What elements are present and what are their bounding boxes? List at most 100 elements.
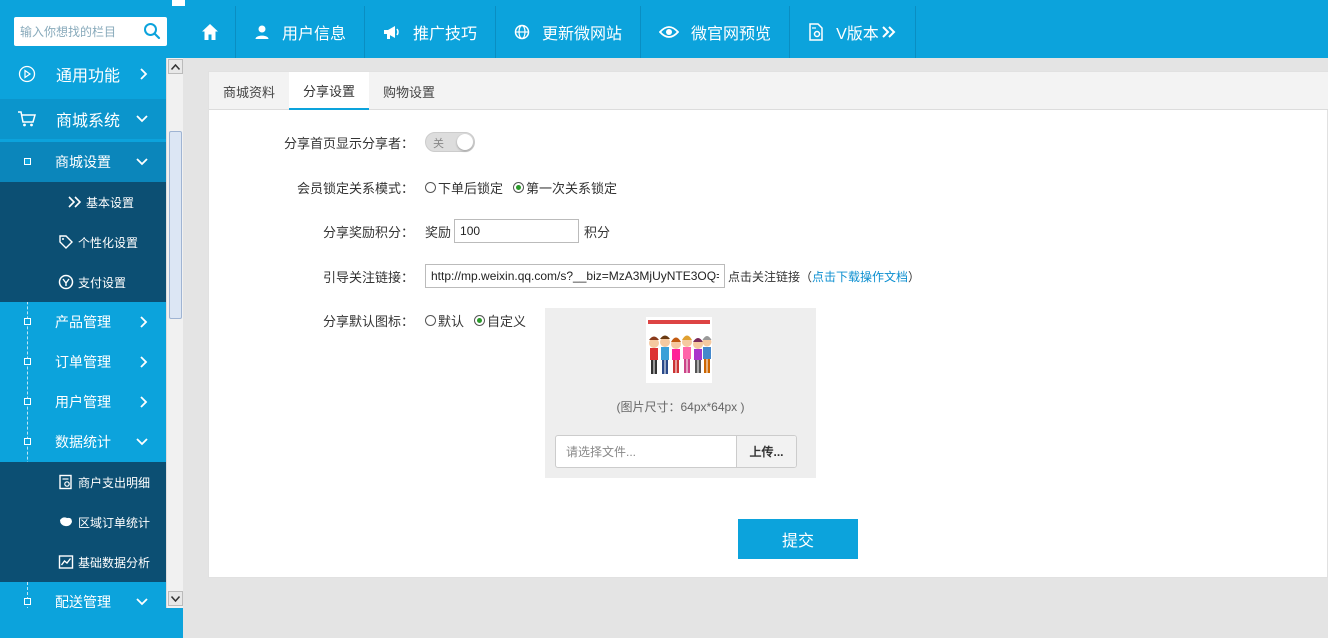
tab-mall-info[interactable]: 商城资料 — [209, 72, 289, 110]
search-icon[interactable] — [143, 22, 161, 40]
chevron-right-icon — [140, 356, 148, 368]
radio-button[interactable] — [474, 314, 486, 326]
row-follow-link: 引导关注链接： 点击关注链接（ 点击下载操作文档 ） — [209, 264, 1328, 288]
tab-shopping-settings[interactable]: 购物设置 — [369, 72, 449, 110]
radio-button[interactable] — [513, 181, 525, 193]
sidebar-item-general[interactable]: 通用功能 — [0, 58, 166, 94]
sidebar-item-label: 商城系统 — [56, 113, 121, 130]
upload-button[interactable]: 上传... — [736, 436, 796, 467]
document-settings-icon — [809, 23, 823, 41]
nav-label: 用户信息 — [282, 26, 347, 43]
settings-panel: 商城资料 分享设置 购物设置 分享首页显示分享者： 关 会员锁定关系模式： 下单… — [208, 71, 1328, 578]
report-icon — [59, 474, 72, 490]
reward-points-input[interactable] — [454, 219, 580, 243]
chevron-right-icon — [140, 396, 148, 408]
tab-share-settings[interactable]: 分享设置 — [289, 72, 370, 110]
submit-button[interactable]: 提交 — [738, 519, 858, 559]
sidebar-item-personalize[interactable]: 个性化设置 — [0, 222, 166, 262]
sidebar-item-label: 用户管理 — [55, 394, 111, 410]
nav-label: 微官网预览 — [691, 26, 772, 43]
sidebar-item-label: 基本设置 — [86, 195, 135, 210]
search-box — [14, 17, 167, 46]
top-nav: 用户信息 推广技巧 更新微网站 微官网预览 V版本 — [185, 6, 916, 58]
follow-link-label: 引导关注链接： — [322, 269, 414, 285]
chevron-right-icon — [140, 68, 148, 80]
nav-preview[interactable]: 微官网预览 — [641, 6, 791, 58]
radio-button[interactable] — [425, 181, 436, 193]
sidebar-item-label: 订单管理 — [55, 354, 111, 370]
lock-mode-option-after-order[interactable]: 下单后锁定 — [425, 178, 503, 197]
sidebar-item-label: 基础数据分析 — [78, 555, 151, 570]
nav-label: V版本 — [836, 26, 879, 43]
tab-bar: 商城资料 分享设置 购物设置 — [209, 72, 1328, 110]
nav-home[interactable] — [185, 6, 236, 58]
line-chart-icon — [58, 555, 74, 569]
scroll-down-button[interactable] — [168, 591, 183, 606]
show-sharer-label: 分享首页显示分享者： — [283, 135, 414, 151]
top-bar: 用户信息 推广技巧 更新微网站 微官网预览 — [0, 0, 1328, 58]
search-input[interactable] — [14, 17, 139, 46]
sidebar-item-label: 支付设置 — [78, 275, 127, 290]
sidebar-item-label: 商城设置 — [55, 154, 111, 170]
image-size-note: (图片尺寸：64px*64px ) — [616, 400, 745, 414]
row-reward-points: 分享奖励积分： 奖励 积分 — [209, 219, 1328, 243]
icon-upload-area: (图片尺寸：64px*64px ) 请选择文件... 上传... — [545, 308, 816, 478]
chevron-down-icon — [136, 438, 148, 446]
sidebar-item-payment[interactable]: 支付设置 — [0, 262, 166, 302]
default-icon-label: 分享默认图标： — [322, 313, 414, 329]
sidebar-item-label: 商户支出明细 — [78, 475, 151, 490]
sidebar: 通用功能 商城系统 商城设置 基本设置 个性化设置 支付设置 产品管理 订单管理… — [0, 58, 166, 608]
row-lock-mode: 会员锁定关系模式： 下单后锁定 第一次关系锁定 — [209, 175, 1328, 199]
reward-points-label: 分享奖励积分： — [322, 224, 414, 240]
sidebar-scrollbar[interactable] — [166, 58, 183, 608]
double-chevron-right-icon — [68, 196, 82, 208]
double-chevron-right-icon — [882, 26, 896, 38]
show-sharer-toggle[interactable]: 关 — [425, 132, 475, 152]
download-doc-link[interactable]: 点击下载操作文档 — [812, 268, 908, 285]
file-path-input[interactable]: 请选择文件... — [556, 436, 736, 467]
default-icon-option-custom[interactable]: 自定义 — [474, 311, 526, 330]
nav-version[interactable]: V版本 — [790, 6, 916, 58]
sidebar-item-label: 数据统计 — [55, 434, 111, 450]
payment-icon — [58, 274, 74, 290]
nav-user-info[interactable]: 用户信息 — [236, 6, 366, 58]
nav-promo-tips[interactable]: 推广技巧 — [365, 6, 497, 58]
chevron-right-icon — [140, 316, 148, 328]
home-icon — [202, 24, 218, 40]
sidebar-item-label: 配送管理 — [55, 594, 111, 608]
sidebar-item-label: 个性化设置 — [78, 235, 139, 250]
scroll-up-button[interactable] — [168, 59, 183, 74]
user-icon — [255, 25, 269, 39]
follow-link-input[interactable] — [425, 264, 725, 288]
sidebar-item-basic-settings[interactable]: 基本设置 — [0, 182, 166, 222]
sidebar-item-label: 产品管理 — [55, 314, 111, 330]
caret-down-icon — [171, 595, 180, 602]
nav-label: 更新微网站 — [542, 26, 623, 43]
lock-mode-label: 会员锁定关系模式： — [296, 180, 414, 196]
chevron-down-icon — [136, 115, 148, 123]
play-circle-icon — [18, 65, 36, 83]
lock-mode-option-first-relation[interactable]: 第一次关系锁定 — [513, 178, 617, 197]
eye-icon — [659, 26, 680, 38]
megaphone-icon — [384, 26, 399, 39]
scroll-thumb[interactable] — [169, 131, 182, 319]
cartoon-people-image — [646, 317, 712, 383]
globe-icon — [514, 24, 530, 40]
cart-icon — [18, 111, 36, 127]
nav-update-site[interactable]: 更新微网站 — [496, 6, 642, 58]
sidebar-item-label: 区域订单统计 — [78, 515, 151, 530]
sidebar-footer — [0, 608, 183, 638]
chevron-down-icon — [136, 598, 148, 606]
sidebar-item-merchant-expense[interactable]: 商户支出明细 — [0, 462, 166, 502]
map-icon — [60, 517, 72, 527]
share-icon-preview — [646, 317, 712, 383]
radio-button[interactable] — [425, 314, 436, 326]
file-upload-field: 请选择文件... 上传... — [555, 435, 797, 468]
sidebar-item-regional-orders[interactable]: 区域订单统计 — [0, 502, 166, 542]
default-icon-option-default[interactable]: 默认 — [425, 311, 464, 330]
caret-up-icon — [171, 63, 180, 70]
sidebar-item-mall[interactable]: 商城系统 — [0, 99, 166, 139]
chevron-down-icon — [136, 158, 148, 166]
sidebar-item-basic-analytics[interactable]: 基础数据分析 — [0, 542, 166, 582]
nav-label: 推广技巧 — [413, 26, 478, 43]
